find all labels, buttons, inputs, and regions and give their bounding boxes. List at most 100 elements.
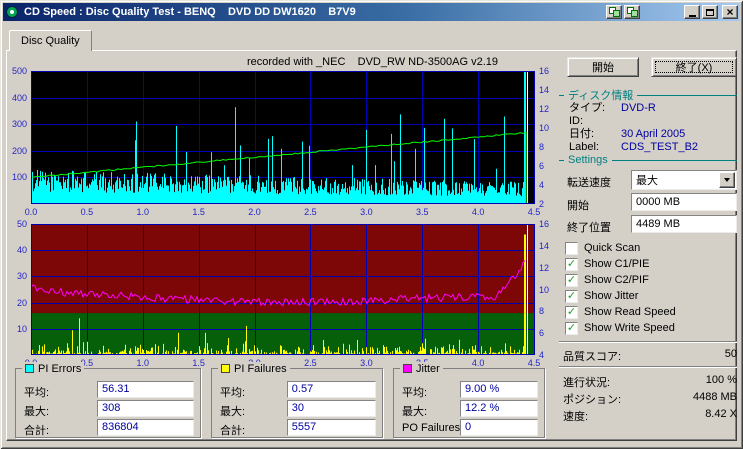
y-axis-right-tick: 14	[539, 85, 550, 95]
stats-panel-header: PI Errors	[22, 362, 85, 375]
exit-button-label: 終了(X)	[675, 62, 713, 74]
stat-label: PO Failures:	[402, 422, 464, 434]
disc-quality-panel: recorded with _NEC DVD_RW ND-3500AG v2.1…	[6, 50, 737, 441]
position-row: ポジション: 4488 MB	[563, 391, 737, 407]
series-color-swatch	[221, 364, 230, 373]
jitter-chart	[30, 224, 535, 355]
checkbox-box[interactable]: ✓	[565, 257, 578, 271]
checkbox-box[interactable]: ✓	[565, 289, 578, 303]
x-axis-tick: 2.0	[248, 207, 261, 217]
x-axis-tick: 2.5	[304, 358, 317, 368]
disc-info-row: 日付: 30 April 2005	[569, 124, 685, 140]
y-axis-right-tick: 8	[539, 306, 545, 317]
quality-score-row: 品質スコア: 50	[563, 348, 737, 364]
x-axis-tick: 3.0	[360, 358, 373, 368]
checkbox-label: Show Jitter	[584, 290, 639, 302]
checkbox-box[interactable]: ✓	[565, 273, 578, 287]
checkbox-label: Show Write Speed	[584, 322, 675, 334]
minimize-button[interactable]	[684, 5, 700, 19]
y-axis-right-tick: 6	[539, 161, 545, 171]
x-axis-tick: 1.0	[136, 207, 150, 217]
stats-panel-title: Jitter	[416, 362, 440, 375]
checkbox-show-jitter[interactable]: ✓ Show Jitter	[565, 288, 739, 304]
checkbox-box[interactable]: ✓	[565, 321, 578, 335]
x-axis-tick: 3.5	[415, 207, 429, 217]
stat-label: 平均:	[402, 387, 428, 399]
y-axis-right-tick: 10	[539, 284, 550, 295]
checkbox-quick-scan[interactable]: Quick Scan	[565, 240, 739, 256]
start-button[interactable]: 開始	[567, 57, 639, 77]
end-position-input[interactable]	[631, 215, 737, 233]
progress-value: 100 %	[705, 374, 737, 386]
stat-label: 平均:	[220, 387, 246, 399]
stats-panel-header: PI Failures	[218, 362, 290, 375]
checkbox-show-read-speed[interactable]: ✓ Show Read Speed	[565, 304, 739, 320]
titlebar-spacer	[642, 12, 682, 13]
copy-icon	[608, 7, 620, 17]
close-icon: ×	[726, 5, 734, 19]
checkbox-show-write-speed[interactable]: ✓ Show Write Speed	[565, 320, 739, 336]
minimize-icon	[688, 14, 696, 17]
y-axis-right-tick: 6	[539, 328, 545, 339]
stat-label: 平均:	[24, 387, 50, 399]
speed-value: 8.42 X	[705, 408, 737, 420]
x-axis-tick: 4.0	[471, 358, 485, 368]
x-axis-tick: 3.0	[360, 207, 373, 217]
start-position-input[interactable]	[631, 193, 737, 211]
disc-info-label: Label:	[569, 141, 599, 153]
y-axis-right-tick: 14	[539, 240, 550, 251]
checkbox-label: Show Read Speed	[584, 306, 676, 318]
checkbox-label: Quick Scan	[584, 242, 641, 254]
stats-panel-title: PI Failures	[234, 362, 287, 375]
titlebar[interactable]: CD Speed : Disc Quality Test - BENQ DVD …	[3, 3, 740, 21]
app-window: CD Speed : Disc Quality Test - BENQ DVD …	[0, 0, 743, 449]
x-axis-tick: 0.0	[24, 207, 38, 217]
stat-value: 0.57	[286, 381, 376, 398]
stats-panel-pi-failures: PI Failures 平均: 0.57 最大: 30 合計: 5557	[211, 362, 383, 438]
y-axis-right-tick: 16	[539, 66, 550, 76]
tab-disc-quality[interactable]: Disc Quality	[9, 30, 92, 51]
progress-row: 進行状況: 100 %	[563, 374, 737, 390]
tab-label: Disc Quality	[21, 35, 80, 47]
x-axis-tick: 1.5	[192, 207, 205, 217]
checkbox-show-c1-pie[interactable]: ✓ Show C1/PIE	[565, 256, 739, 272]
checkbox-box[interactable]: ✓	[565, 305, 578, 319]
pi-errors-chart	[30, 71, 535, 204]
settings-section-header: Settings	[559, 154, 737, 166]
copy-graph-button[interactable]	[606, 5, 622, 19]
chevron-down-icon	[724, 178, 730, 182]
stat-label: 最大:	[220, 406, 246, 418]
save-graph-button[interactable]	[624, 5, 640, 19]
section-line	[559, 94, 564, 96]
stat-value: 0	[460, 419, 538, 436]
stat-value: 836804	[96, 419, 194, 436]
checkbox-box[interactable]	[565, 241, 578, 255]
stat-value: 30	[286, 400, 376, 417]
close-button[interactable]: ×	[722, 5, 738, 19]
options-checkbox-list: Quick Scan ✓ Show C1/PIE ✓ Show C2/PIF ✓ Show …	[565, 240, 739, 336]
stat-value: 308	[96, 400, 194, 417]
start-button-label: 開始	[592, 62, 614, 74]
dropdown-button[interactable]	[719, 172, 735, 188]
y-axis-right-tick: 8	[539, 142, 545, 152]
transfer-speed-label: 転送速度	[567, 177, 611, 189]
disc-info-row: タイプ: DVD-R	[569, 98, 656, 114]
stats-panel-pi-errors: PI Errors 平均: 56.31 最大: 308 合計: 836804	[15, 362, 201, 438]
speed-row: 速度: 8.42 X	[563, 408, 737, 424]
y-axis-right-tick: 4	[539, 180, 545, 190]
checkbox-label: Show C1/PIE	[584, 258, 650, 270]
position-label: ポジション:	[563, 394, 622, 406]
y-axis-tick: 20	[16, 297, 27, 308]
exit-button[interactable]: 終了(X)	[651, 57, 737, 77]
maximize-button[interactable]	[702, 5, 718, 19]
transfer-speed-select[interactable]: 最大	[631, 170, 737, 190]
disc-info-list: タイプ: DVD-R ID: 日付: 30 April 2005 Label: CDS_TE…	[569, 98, 737, 153]
y-axis-right-tick: 12	[539, 104, 550, 114]
stat-label: 最大:	[24, 406, 50, 418]
stat-value: 5557	[286, 419, 376, 436]
y-axis-tick: 10	[16, 323, 27, 334]
y-axis-tick: 300	[11, 119, 27, 130]
stat-value: 9.00 %	[460, 381, 538, 398]
series-color-swatch	[25, 364, 34, 373]
checkbox-show-c2-pif[interactable]: ✓ Show C2/PIF	[565, 272, 739, 288]
